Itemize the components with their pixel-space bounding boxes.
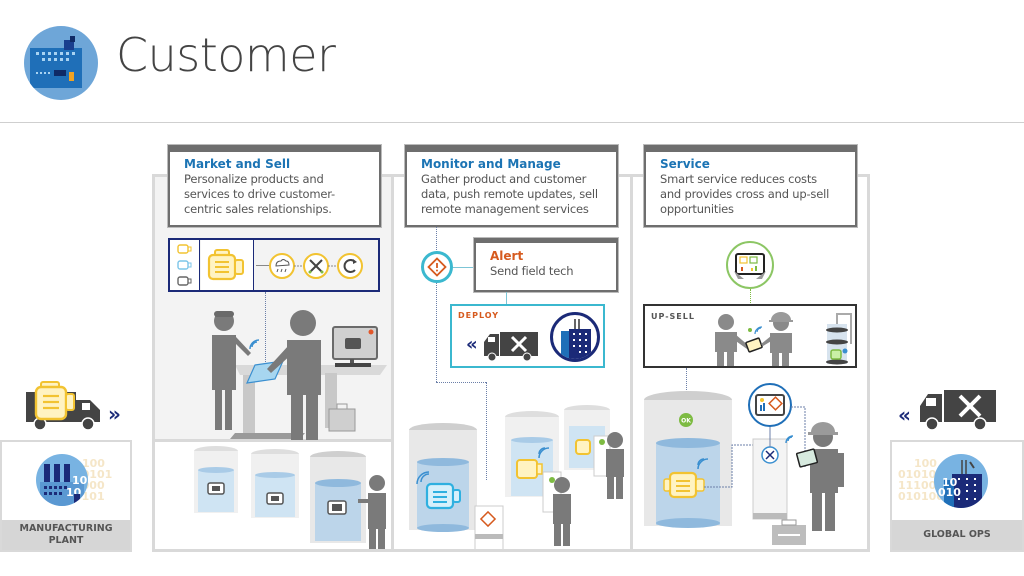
product-config-panel: [168, 238, 380, 292]
tank-with-engine: [194, 446, 238, 513]
ok-status-badge: OK: [679, 413, 693, 427]
upsell-panel: UP-SELL: [643, 304, 857, 368]
control-panel-alert: [474, 505, 504, 549]
outbound-arrow: »: [108, 402, 121, 426]
card-text-line: Gather product and customer: [421, 172, 587, 186]
market-and-sell-card: Market and Sell Personalize products and…: [168, 145, 381, 227]
alert-card: Alert Send field tech: [474, 238, 618, 292]
engine-product-icon: [207, 249, 244, 281]
page-title: Customer: [116, 28, 336, 82]
service-card: Service Smart service reduces costs and …: [644, 145, 857, 227]
customer-logo: [24, 26, 98, 100]
connector: [506, 292, 507, 304]
card-text-line: remote management services: [421, 202, 589, 216]
ok-badge-text: OK: [681, 418, 691, 425]
manufacturing-plant-label: MANUFACTURING PLANT: [2, 520, 130, 550]
global-ops-label: GLOBAL OPS: [892, 520, 1022, 550]
monitor-and-manage-card: Monitor and Manage Gather product and cu…: [405, 145, 618, 227]
deploy-label: DEPLOY: [458, 311, 500, 320]
header-divider: [0, 122, 1024, 123]
deploy-panel: DEPLOY «: [450, 304, 605, 368]
connector: [453, 267, 474, 268]
variant-engine-icon-gray: [177, 276, 192, 286]
alert-icon: [421, 251, 453, 283]
connector: [750, 289, 751, 305]
large-tank-with-engine: [644, 391, 732, 528]
factory-building-icon: [30, 36, 82, 88]
variant-engine-icon-blue: [177, 260, 192, 270]
sales-rep-figure: [715, 314, 749, 366]
card-text-line: and provides cross and up-sell: [660, 187, 830, 201]
variant-list: [170, 240, 200, 290]
tank-with-engine: [251, 449, 299, 518]
card-title: Service: [660, 157, 710, 171]
tank-upgrade-icon: [826, 313, 852, 365]
alert-text: Send field tech: [490, 264, 574, 278]
global-ops-building-icon: 10 010: [934, 454, 988, 508]
manufacturing-plant-box: 100 10101 1000 0101 10 10 MANUFACTURING …: [0, 440, 132, 552]
global-ops-box: 100 010100 1110010 0101000 10 010 GLOBAL…: [890, 440, 1024, 552]
card-text-line: data, push remote updates, sell: [421, 187, 598, 201]
technician-figure: [553, 477, 571, 546]
refresh-update-icon: [337, 253, 363, 279]
inbound-arrow: «: [898, 403, 911, 427]
weather-data-icon: [269, 253, 295, 279]
global-ops-icon: [550, 312, 600, 362]
connector: [436, 382, 486, 383]
card-text-line: Personalize products and: [184, 172, 324, 186]
label-line: PLANT: [48, 535, 84, 546]
technician-hardhat-figure: [761, 312, 793, 366]
toolbox-icon: [772, 519, 806, 545]
service-truck-icon: [920, 390, 996, 431]
card-title: Monitor and Manage: [421, 157, 561, 171]
wifi-signal-icon: [249, 339, 260, 350]
delivery-truck-icon: [26, 381, 100, 431]
technician-figure: [606, 432, 624, 499]
upsell-label: UP-SELL: [651, 312, 695, 321]
variant-engine-icon-yellow: [177, 244, 192, 254]
selected-product: [201, 240, 254, 290]
svg-text:010: 010: [938, 486, 961, 499]
tank-with-connected-engine: [409, 423, 477, 532]
card-text-line: Smart service reduces costs: [660, 172, 817, 186]
label-line: MANUFACTURING: [19, 523, 113, 534]
field-technician-figure: [808, 422, 844, 531]
service-kiosk: [752, 438, 788, 520]
deploy-arrow: «: [466, 334, 478, 355]
tank-with-engine: [310, 451, 366, 543]
service-truck-icon: [484, 332, 538, 362]
card-text-line: opportunities: [660, 202, 734, 216]
factory-icon: 10 10: [36, 454, 88, 506]
diagnostics-tablet-icon: [748, 383, 792, 427]
tools-icon: [303, 253, 329, 279]
analytics-tablet-icon: [726, 241, 774, 289]
alert-title: Alert: [490, 249, 524, 263]
connector-dot: [748, 328, 752, 332]
card-title: Market and Sell: [184, 157, 291, 171]
card-text-line: services to drive customer-: [184, 187, 335, 201]
computer-monitor-icon: [332, 326, 378, 367]
card-text-line: centric sales relationships.: [184, 202, 332, 216]
